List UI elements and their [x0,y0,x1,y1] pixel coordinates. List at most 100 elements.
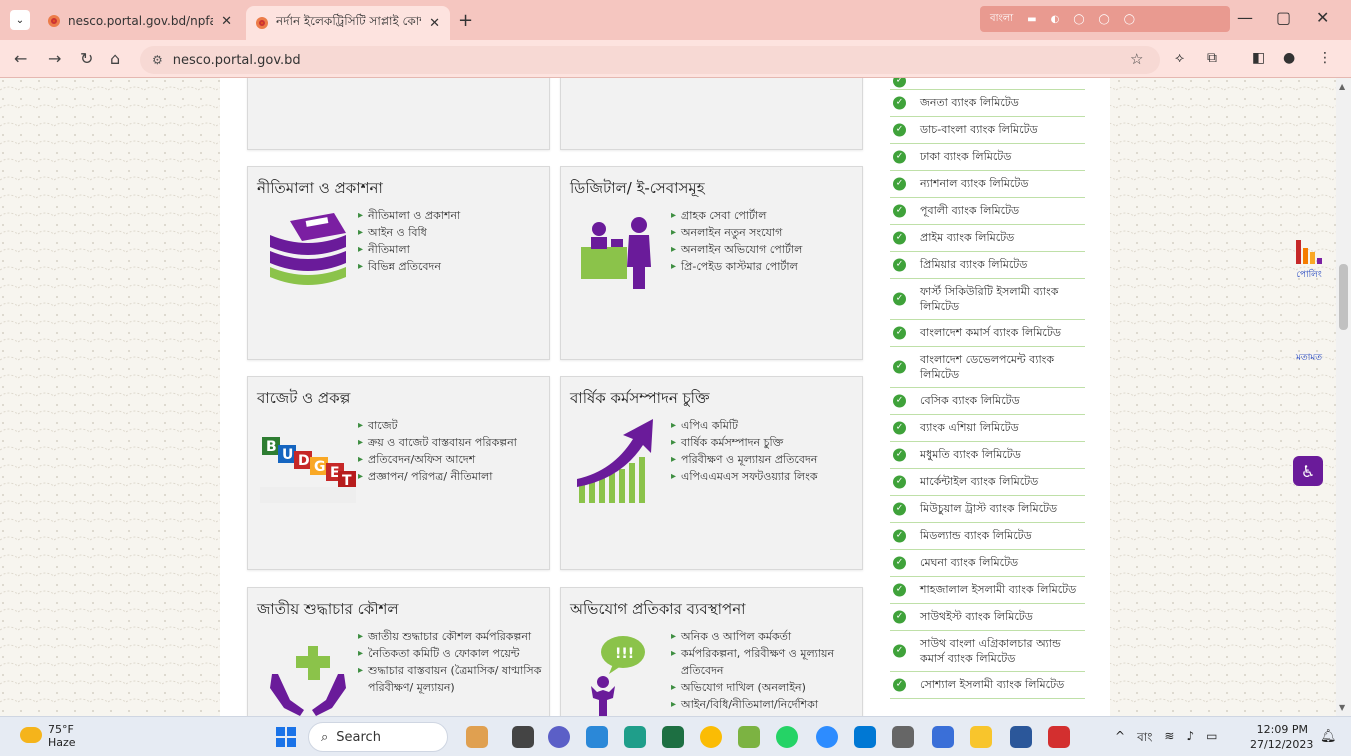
card-link[interactable]: অভিযোগ দাখিল (অনলাইন) [671,679,861,696]
copilot-app-icon[interactable] [466,726,488,748]
poll-widget[interactable]: পোলিং [1286,238,1332,282]
accessibility-icon[interactable]: ♿ [1293,456,1323,486]
card-link[interactable]: আইন ও বিধি [358,224,548,241]
app-icon[interactable] [932,726,954,748]
bank-list-item[interactable]: ✓ মধুমতি ব্যাংক লিমিটেড [890,442,1085,469]
word-icon[interactable] [1010,726,1032,748]
card-link[interactable]: কর্মপরিকল্পনা, পরিবীক্ষণ ও মূল্যায়ন প্র… [671,645,861,679]
card-link[interactable]: প্রজ্ঞাপন/ পরিপত্র/ নীতিমালা [358,468,548,485]
teams-chat-icon[interactable] [548,726,570,748]
chrome-icon[interactable] [700,726,722,748]
taskbar-search[interactable]: ⌕ Search [308,722,448,752]
ext-icon[interactable]: ◯ [1099,14,1110,25]
bank-list-item[interactable]: ✓ মিডল্যান্ড ব্যাংক লিমিটেড [890,523,1085,550]
bank-list-item[interactable]: ✓ সাউথইস্ট ব্যাংক লিমিটেড [890,604,1085,631]
card-link[interactable]: নৈতিকতা কমিটি ও ফোকাল পয়েন্ট [358,645,548,662]
bank-list-item[interactable]: ✓ পূবালী ব্যাংক লিমিটেড [890,198,1085,225]
acrobat-icon[interactable] [1048,726,1070,748]
extension-strip[interactable]: বাংলা ▬ ◐ ◯ ◯ ◯ [980,6,1230,32]
card-link[interactable]: এপিএএমএস সফটওয়্যার লিংক [671,468,861,485]
card-link[interactable]: প্রি-পেইড কাস্টমার পোর্টাল [671,258,861,275]
scroll-up-icon[interactable]: ▲ [1339,82,1345,91]
bank-list-item[interactable]: ✓ বাংলাদেশ কমার্স ব্যাংক লিমিটেড [890,320,1085,347]
battery-icon[interactable]: ▭ [1206,729,1217,749]
card-link[interactable]: প্রতিবেদন/অফিস আদেশ [358,451,548,468]
maximize-icon[interactable]: ▢ [1276,8,1291,27]
extension-icon[interactable]: ⟡ [1175,50,1184,66]
reload-icon[interactable]: ↻ [80,49,93,68]
excel-icon[interactable] [662,726,684,748]
new-tab-plus-icon[interactable]: + [458,10,473,31]
tab-nesco-active[interactable]: নর্দান ইলেকট্রিসিটি সাপ্লাই কোম্প ✕ [246,6,450,40]
card-link[interactable]: গ্রাহক সেবা পোর্টাল [671,207,861,224]
zoom-icon[interactable] [816,726,838,748]
card-link[interactable]: শুদ্ধাচার বাস্তবায়ন (ত্রৈমাসিক/ ষাণ্মাস… [358,662,548,696]
close-window-icon[interactable]: ✕ [1316,8,1329,27]
card-link[interactable]: নীতিমালা ও প্রকাশনা [358,207,548,224]
close-tab-icon[interactable]: ✕ [221,14,232,29]
site-info-icon[interactable]: ⚙ [152,53,163,67]
file-explorer-icon[interactable] [970,726,992,748]
menu-kebab-icon[interactable]: ⋮ [1318,50,1332,66]
card-link[interactable]: ক্রয় ও বাজেট বাস্তবায়ন পরিকল্পনা [358,434,548,451]
bank-list-item[interactable]: ✓ ঢাকা ব্যাংক লিমিটেড [890,144,1085,171]
bank-list-item[interactable]: ✓ ডাচ-বাংলা ব্যাংক লিমিটেড [890,117,1085,144]
bank-list-item[interactable]: ✓ প্রাইম ব্যাংক লিমিটেড [890,225,1085,252]
forward-icon[interactable]: → [48,49,61,68]
close-tab-icon[interactable]: ✕ [429,16,440,31]
card-link[interactable]: অনলাইন অভিযোগ পোর্টাল [671,241,861,258]
card-link[interactable]: আইন/বিধি/নীতিমালা/নির্দেশিকা [671,696,861,713]
home-icon[interactable]: ⌂ [110,49,120,68]
ext-icon[interactable]: ▬ [1027,14,1036,25]
weather-widget[interactable]: 75°F Haze [20,723,76,749]
page-scrollbar[interactable]: ▲ ▼ [1336,78,1351,716]
card-link[interactable]: এপিএ কমিটি [671,417,861,434]
network-app-icon[interactable] [586,726,608,748]
bank-list-item[interactable]: ✓ সোশ্যাল ইসলামী ব্যাংক লিমিটেড [890,672,1085,699]
system-tray[interactable]: ^ বাং ≋ ♪ ▭ [1115,729,1217,749]
bank-list-item[interactable]: ✓ বাংলাদেশ ডেভেলপমেন্ট ব্যাংক লিমিটেড [890,347,1085,388]
bank-list-item[interactable]: ✓ মিউচুয়াল ট্রাস্ট ব্যাংক লিমিটেড [890,496,1085,523]
scroll-thumb[interactable] [1339,264,1348,330]
bank-list-item[interactable]: ✓ বেসিক ব্যাংক লিমিটেড [890,388,1085,415]
tab-search-chevron-icon[interactable]: ⌄ [10,10,30,30]
scroll-down-icon[interactable]: ▼ [1339,703,1345,712]
wifi-icon[interactable]: ≋ [1164,729,1174,749]
card-link[interactable]: জাতীয় শুদ্ধাচার কৌশল কর্মপরিকল্পনা [358,628,548,645]
task-view-icon[interactable] [512,726,534,748]
puzzle-icon[interactable]: ⧉ [1207,50,1217,66]
ext-icon[interactable]: ◯ [1073,14,1084,25]
card-link[interactable]: অনলাইন নতুন সংযোগ [671,224,861,241]
card-link[interactable]: বার্ষিক কর্মসম্পাদন চুক্তি [671,434,861,451]
bank-list-item[interactable]: ✓ জনতা ব্যাংক লিমিটেড [890,90,1085,117]
bank-list-item[interactable]: ✓ মার্কেন্টাইল ব্যাংক লিমিটেড [890,469,1085,496]
opinion-widget[interactable]: মতামত [1286,350,1332,365]
taskbar-clock[interactable]: 12:09 PM 27/12/2023 [1250,722,1313,752]
bank-list-item[interactable]: ✓ শাহজালাল ইসলামী ব্যাংক লিমিটেড [890,577,1085,604]
whatsapp-icon[interactable] [776,726,798,748]
card-link[interactable]: নীতিমালা [358,241,548,258]
bank-list-item[interactable]: ✓ ন্যাশনাল ব্যাংক লিমিটেড [890,171,1085,198]
windows-start-icon[interactable] [276,727,296,747]
app-icon[interactable] [624,726,646,748]
volume-icon[interactable]: ♪ [1186,729,1194,749]
app-icon[interactable] [892,726,914,748]
minimize-icon[interactable]: — [1237,8,1253,27]
card-link[interactable]: পরিবীক্ষণ ও মূল্যায়ন প্রতিবেদন [671,451,861,468]
language-indicator[interactable]: বাং [1137,729,1152,749]
card-link[interactable]: অনিক ও আপিল কর্মকর্তা [671,628,861,645]
app-icon[interactable] [738,726,760,748]
bookmark-star-icon[interactable]: ☆ [1130,50,1143,68]
profile-avatar-icon[interactable]: ● [1283,50,1295,66]
sidepanel-icon[interactable]: ◧ [1252,50,1265,66]
tab-npfadmin[interactable]: nesco.portal.gov.bd/npfadmin/ ✕ [38,6,242,36]
app-icon[interactable] [854,726,876,748]
chevron-up-icon[interactable]: ^ [1115,729,1125,749]
url-field[interactable]: ⚙ nesco.portal.gov.bd [140,46,1160,74]
bank-list-item[interactable]: ✓ ব্যাংক এশিয়া লিমিটেড [890,415,1085,442]
card-link[interactable]: বিভিন্ন প্রতিবেদন [358,258,548,275]
card-link[interactable]: বাজেট [358,417,548,434]
bank-list-item[interactable]: ✓ মেঘনা ব্যাংক লিমিটেড [890,550,1085,577]
bank-list-item[interactable]: ✓ প্রিমিয়ার ব্যাংক লিমিটেড [890,252,1085,279]
ext-icon[interactable]: ◐ [1051,14,1060,25]
